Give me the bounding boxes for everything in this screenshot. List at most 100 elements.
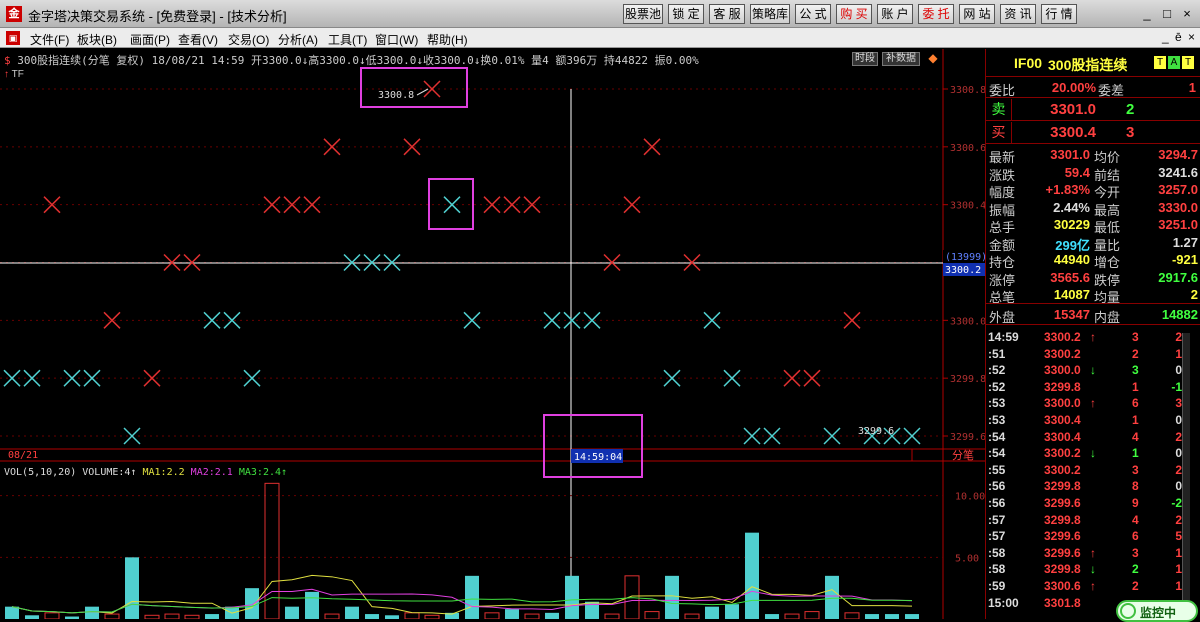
tick-arrow: ↑ bbox=[1090, 545, 1096, 560]
volume-bar-up bbox=[484, 612, 500, 619]
toolbar-button-9[interactable]: 资 讯 bbox=[1000, 4, 1036, 24]
symbol-code: IF00 bbox=[1014, 55, 1043, 71]
timeframe-button[interactable]: 时段 bbox=[852, 52, 878, 66]
diamond-icon[interactable]: ◆ bbox=[926, 51, 940, 65]
stat-label: 前结 bbox=[1094, 167, 1121, 183]
tick-price: 3299.6 bbox=[1044, 496, 1081, 510]
volume-bar-down bbox=[345, 606, 359, 619]
tick-delta: 2 bbox=[1175, 429, 1182, 444]
tick-row: :57 3299.6 6 5 bbox=[986, 529, 1200, 546]
tick-arrow: ↑ bbox=[1090, 396, 1096, 411]
minimize-button[interactable]: _ bbox=[1138, 5, 1156, 23]
toolbar-button-2[interactable]: 客 服 bbox=[709, 4, 745, 24]
tick-time: :51 bbox=[988, 346, 1006, 361]
close-button[interactable]: × bbox=[1178, 5, 1196, 23]
tick-price: 3300.2 bbox=[1044, 462, 1081, 477]
menu-item-0[interactable]: 文件(F) bbox=[30, 31, 69, 48]
badge-t[interactable]: T bbox=[1154, 56, 1166, 69]
menu-item-5[interactable]: 分析(A) bbox=[278, 31, 318, 48]
menu-item-8[interactable]: 帮助(H) bbox=[427, 31, 468, 48]
tick-marker-up bbox=[403, 138, 421, 156]
tick-delta: 0 bbox=[1175, 413, 1182, 427]
volume-bar-down bbox=[825, 575, 839, 619]
vol-info-part: VOL(5,10,20) VOLUME:4↑ bbox=[4, 467, 136, 478]
buy-row[interactable]: 买 3300.4 3 bbox=[986, 122, 1200, 144]
sell-row[interactable]: 卖 3301.0 2 bbox=[986, 99, 1200, 121]
tick-delta: 1 bbox=[1175, 346, 1182, 361]
tick-volume: 1 bbox=[1132, 413, 1139, 427]
menu-item-7[interactable]: 窗口(W) bbox=[375, 31, 418, 48]
tick-delta: -1 bbox=[1171, 379, 1182, 394]
chart-info-text: 300股指连续(分笔 复权) 18/08/21 14:59 开3300.0↓高3… bbox=[17, 54, 699, 67]
tick-price: 3299.8 bbox=[1044, 379, 1081, 394]
mdi-restore-button[interactable]: ē bbox=[1175, 30, 1182, 44]
stat-row: 幅度 +1.83% 今开 3257.0 bbox=[986, 182, 1200, 200]
mdi-close-button[interactable]: × bbox=[1188, 30, 1195, 44]
price-tick-label: 3300.6 bbox=[950, 143, 985, 154]
tick-row: :53 3300.4 1 0 bbox=[986, 413, 1200, 430]
supplement-data-button[interactable]: 补数据 bbox=[882, 52, 920, 66]
buy-qty: 3 bbox=[1126, 124, 1135, 141]
stat-value: 3294.7 bbox=[1158, 147, 1198, 162]
tick-volume: 3 bbox=[1132, 462, 1139, 477]
ma1-line bbox=[11, 574, 913, 615]
badge-t2[interactable]: T bbox=[1182, 56, 1194, 69]
tick-volume: 6 bbox=[1132, 529, 1139, 544]
symbol-name: 300股指连续 bbox=[1048, 57, 1128, 73]
vol-info-part: MA3:2.4↑ bbox=[239, 467, 287, 478]
stat-value: 2917.6 bbox=[1158, 269, 1198, 285]
tick-arrow: ↓ bbox=[1090, 363, 1096, 378]
restore-button[interactable]: □ bbox=[1158, 5, 1176, 23]
menu-item-2[interactable]: 画面(P) bbox=[130, 31, 170, 48]
menu-item-3[interactable]: 查看(V) bbox=[178, 31, 218, 48]
badge-a[interactable]: A bbox=[1168, 56, 1180, 69]
volume-bar-down bbox=[285, 606, 299, 619]
toolbar-button-0[interactable]: 股票池 bbox=[623, 4, 663, 24]
volume-bar-down bbox=[505, 609, 519, 619]
stat-value: 30229 bbox=[1053, 217, 1090, 232]
tick-time: :59 bbox=[988, 579, 1006, 593]
tick-time: 14:59 bbox=[988, 330, 1019, 344]
app-logo-icon: 金 bbox=[6, 6, 22, 22]
toolbar-button-6[interactable]: 账 户 bbox=[877, 4, 913, 24]
chart-area[interactable]: 3300.8 3300.6 3300.4 3300.2 3300.0 3299.8 3299… bbox=[0, 49, 985, 619]
tick-price: 3299.8 bbox=[1044, 479, 1081, 494]
date-label: 08/21 bbox=[8, 450, 38, 461]
tick-time: :54 bbox=[988, 429, 1006, 444]
stat-value: 1.27 bbox=[1172, 234, 1198, 250]
stat-value: 3241.6 bbox=[1158, 164, 1198, 180]
toolbar-button-7[interactable]: 委 托 bbox=[918, 4, 954, 24]
toolbar-button-5[interactable]: 购 买 bbox=[836, 4, 872, 24]
volume-bar-down bbox=[245, 588, 259, 619]
outer-inner-row: 外盘 15347 内盘 14882 bbox=[986, 303, 1200, 325]
tick-volume: 3 bbox=[1132, 363, 1139, 378]
stat-value: 2 bbox=[1190, 287, 1198, 302]
vol-tick-label: 5.00 bbox=[955, 553, 979, 564]
toolbar-button-3[interactable]: 策略库 bbox=[750, 4, 790, 24]
volume-bar-down bbox=[665, 575, 679, 619]
toolbar-button-1[interactable]: 锁 定 bbox=[668, 4, 704, 24]
stat-label: 最高 bbox=[1094, 202, 1121, 218]
tick-time: :58 bbox=[988, 562, 1006, 577]
scrollbar[interactable] bbox=[1182, 333, 1190, 619]
tick-price: 3301.8 bbox=[1044, 595, 1081, 610]
menu-item-6[interactable]: 工具(T) bbox=[328, 31, 367, 48]
chart-info-line: $ 300股指连续(分笔 复权) 18/08/21 14:59 开3300.0↓… bbox=[4, 52, 699, 68]
stat-label: 涨跌 bbox=[989, 167, 1016, 183]
tick-marker-up bbox=[43, 196, 61, 214]
toolbar-button-4[interactable]: 公 式 bbox=[795, 4, 831, 24]
stat-label: 最低 bbox=[1094, 220, 1121, 235]
mdi-minimize-button[interactable]: _ bbox=[1162, 30, 1169, 44]
tick-marker-down bbox=[703, 311, 721, 329]
toolbar-button-8[interactable]: 网 站 bbox=[959, 4, 995, 24]
tick-marker-down bbox=[223, 311, 241, 329]
menu-item-1[interactable]: 板块(B) bbox=[77, 31, 117, 48]
menu-item-4[interactable]: 交易(O) bbox=[228, 31, 269, 48]
tick-chart[interactable]: 3300.8 3300.6 3300.4 3300.2 3300.0 3299.8 3299… bbox=[0, 49, 985, 619]
tick-arrow: ↑ bbox=[1090, 330, 1096, 344]
toolbar-button-10[interactable]: 行 情 bbox=[1041, 4, 1077, 24]
stat-row: 涨跌 59.4 前结 3241.6 bbox=[986, 165, 1200, 183]
volume-info: VOL(5,10,20) VOLUME:4↑ MA1:2.2 MA2:2.1 M… bbox=[4, 467, 287, 478]
tick-marker-down bbox=[823, 427, 841, 445]
tick-volume: 3 bbox=[1132, 330, 1139, 344]
